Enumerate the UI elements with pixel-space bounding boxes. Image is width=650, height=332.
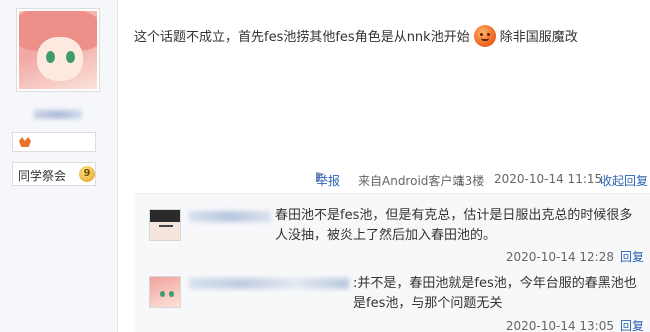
level-name: 同学祭会 <box>18 169 67 183</box>
post-content: 这个话题不成立，首先fes池捞其他fes角色是从nnk池开始 除非国服魔改 <box>134 24 578 47</box>
reply-time: 2020-10-14 12:28 <box>505 250 614 264</box>
reply-meta: 2020-10-14 12:28 回复 <box>506 248 644 265</box>
post-text-part2: 除非国服魔改 <box>499 30 578 45</box>
reply-avatar[interactable] <box>149 209 181 241</box>
crown-icon <box>19 137 31 147</box>
floor-number: 13楼 <box>457 174 485 188</box>
author-level-box[interactable]: 同学祭会 9 <box>12 162 96 186</box>
laugh-emoji-icon <box>473 24 496 47</box>
reply-time: 2020-10-14 13:05 <box>505 319 614 332</box>
reply-username-redacted[interactable] <box>189 278 349 289</box>
reply-username-redacted[interactable] <box>189 211 271 222</box>
reply-button[interactable]: 回复 <box>620 250 644 264</box>
post-text-part1: 这个话题不成立，首先fes池捞其他fes角色是从nnk池开始 <box>134 30 470 45</box>
reply-button[interactable]: 回复 <box>620 319 644 332</box>
author-avatar[interactable] <box>16 8 100 92</box>
report-label: 举报 <box>316 174 341 188</box>
collapse-replies-link[interactable]: 收起回复 <box>600 172 648 189</box>
reply-text: 春田池不是fes池，但是有克总，估计是日服出克总的时候很多人没抽，被炎上了然后加… <box>275 208 633 243</box>
avatar-image <box>19 11 97 89</box>
author-medal-box[interactable] <box>12 132 96 152</box>
reply-meta: 2020-10-14 13:05 回复 <box>506 317 644 332</box>
reply-list: 春田池不是fes池，但是有克总，估计是日服出克总的时候很多人没抽，被炎上了然后加… <box>135 193 650 332</box>
level-badge: 9 <box>79 166 95 182</box>
post-meta-bar: 举报 来自Android客户端 13楼 2020-10-14 11:15 收起回… <box>316 172 650 188</box>
author-sidebar: 同学祭会 9 <box>0 0 118 332</box>
post-time: 2020-10-14 11:15 <box>494 172 603 186</box>
reply-avatar[interactable] <box>149 276 181 308</box>
author-username-redacted[interactable] <box>34 110 82 119</box>
post-source: 来自Android客户端 <box>358 174 465 188</box>
reply-text: :并不是，春田池就是fes池，今年台服的春黑池也是fes池，与那个问题无关 <box>353 276 637 311</box>
